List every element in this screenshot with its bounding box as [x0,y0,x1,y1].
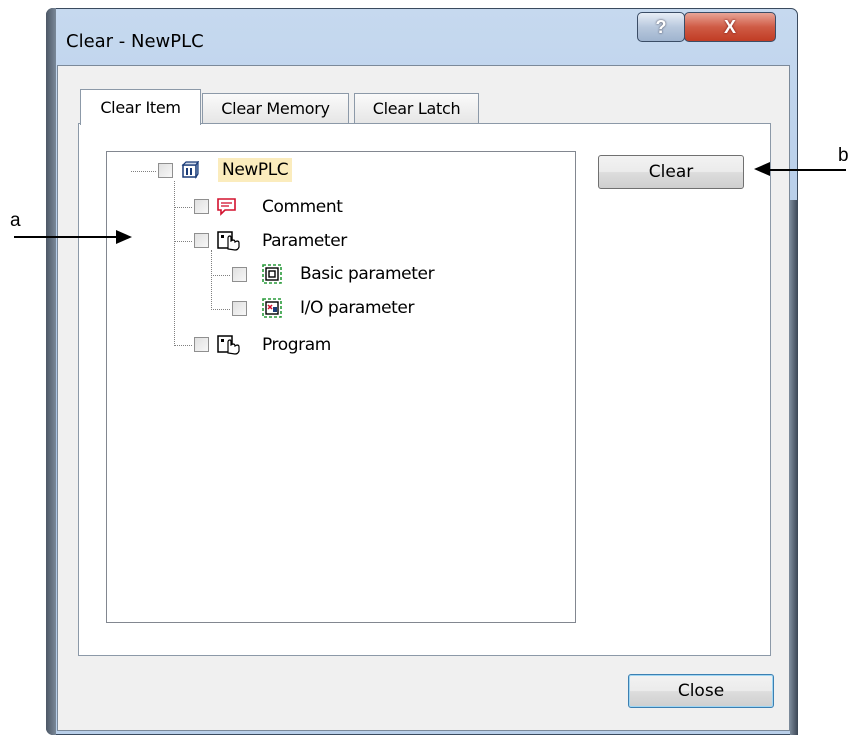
io-parameter-icon [262,298,282,318]
tree-connector [174,181,175,346]
plc-icon [181,160,200,179]
callout-b-arrowhead [754,162,770,176]
newplc-checkbox[interactable] [158,163,173,178]
callout-a-arrow [14,236,122,238]
comment-checkbox[interactable] [194,199,209,214]
clear-item-tree[interactable] [106,151,576,623]
callout-b: b [838,145,849,166]
parameter-icon [217,229,241,251]
tree-connector [211,275,230,276]
tree-item-program[interactable]: Program [262,335,331,355]
tab-clear-latch[interactable]: Clear Latch [354,93,479,123]
tree-item-io-parameter[interactable]: I/O parameter [300,298,414,318]
help-button[interactable]: ? [637,12,685,42]
tree-item-newplc[interactable]: NewPLC [218,158,293,182]
io-parameter-checkbox[interactable] [232,301,247,316]
tree-item-parameter[interactable]: Parameter [262,231,347,251]
clear-button[interactable]: Clear [598,155,744,189]
tree-connector [174,241,192,242]
tab-clear-memory[interactable]: Clear Memory [202,93,349,123]
window-title: Clear - NewPLC [66,31,204,52]
parameter-checkbox[interactable] [194,233,209,248]
basic-parameter-icon [262,264,282,284]
close-button-label: Close [677,681,725,701]
tree-connector [211,309,230,310]
basic-parameter-checkbox[interactable] [232,267,247,282]
tree-connector [131,171,156,172]
tree-connector [174,345,192,346]
callout-a: a [10,210,21,231]
frame-edge [46,8,56,735]
callout-b-arrow [766,169,846,171]
help-icon: ? [655,16,667,37]
tab-label: Clear Memory [221,99,330,118]
frame-edge-right [790,200,798,735]
close-button[interactable]: Close [628,674,774,708]
tree-item-basic-parameter[interactable]: Basic parameter [300,264,435,284]
tab-label: Clear Latch [372,99,461,118]
tab-label: Clear Item [100,98,181,117]
tree-connector [174,207,192,208]
window-close-button[interactable]: X [684,12,776,42]
close-icon: X [723,16,736,37]
clear-button-label: Clear [648,162,694,182]
program-icon [217,333,241,355]
tree-item-comment[interactable]: Comment [262,197,343,217]
tab-clear-item[interactable]: Clear Item [80,89,201,125]
tree-connector [211,250,212,310]
comment-icon [217,197,236,216]
program-checkbox[interactable] [194,337,209,352]
callout-a-arrowhead [116,230,132,244]
